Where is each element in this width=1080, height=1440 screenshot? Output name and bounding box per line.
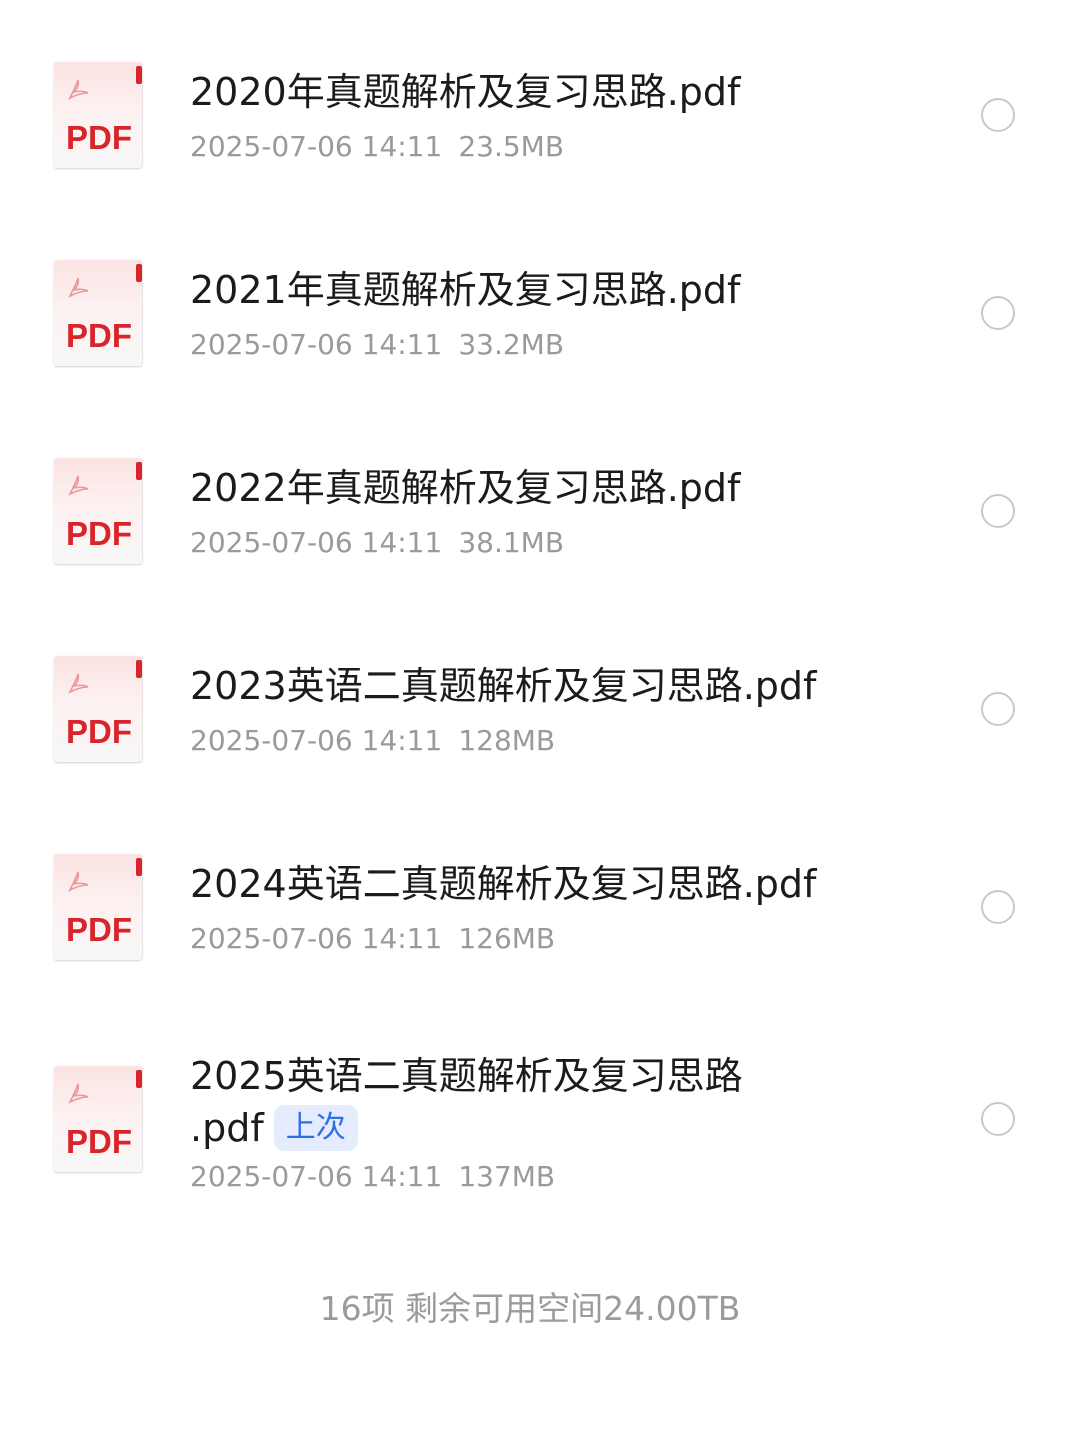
file-meta: 2025-07-06 14:11 23.5MB bbox=[190, 130, 564, 164]
file-row[interactable]: PDF 2021年真题解析及复习思路.pdf 2025-07-06 14:11 3… bbox=[0, 198, 1080, 396]
select-radio-button[interactable] bbox=[981, 98, 1015, 132]
file-meta: 2025-07-06 14:11 38.1MB bbox=[190, 526, 564, 560]
file-row[interactable]: PDF 2024英语二真题解析及复习思路.pdf 2025-07-06 14:1… bbox=[0, 792, 1080, 990]
file-row[interactable]: PDF 2025英语二真题解析及复习思路 .pdf 上次 2025-07-06 1… bbox=[0, 1000, 1080, 1240]
file-size: 38.1MB bbox=[458, 526, 565, 559]
file-meta: 2025-07-06 14:11 33.2MB bbox=[190, 328, 564, 362]
file-date: 2025-07-06 14:11 bbox=[190, 328, 443, 361]
select-radio-button[interactable] bbox=[981, 692, 1015, 726]
pdf-file-icon: PDF bbox=[54, 458, 144, 566]
pdf-file-icon: PDF bbox=[54, 656, 144, 764]
file-size: 23.5MB bbox=[458, 130, 565, 163]
last-opened-badge: 上次 bbox=[273, 1105, 358, 1151]
storage-summary: 16项 剩余可用空间24.00TB bbox=[319, 1289, 741, 1328]
pdf-icon-label: PDF bbox=[66, 1123, 132, 1160]
pdf-icon-label: PDF bbox=[66, 317, 132, 354]
file-date: 2025-07-06 14:11 bbox=[190, 1160, 443, 1193]
acrobat-logo-icon bbox=[68, 673, 89, 694]
select-radio-button[interactable] bbox=[981, 494, 1015, 528]
pdf-file-icon: PDF bbox=[54, 854, 144, 962]
file-name: 2021年真题解析及复习思路.pdf bbox=[190, 268, 741, 312]
pdf-file-icon: PDF bbox=[54, 1066, 144, 1174]
acrobat-logo-icon bbox=[68, 1083, 89, 1104]
file-row[interactable]: PDF 2020年真题解析及复习思路.pdf 2025-07-06 14:11 2… bbox=[0, 0, 1080, 198]
pdf-icon-label: PDF bbox=[66, 119, 132, 156]
file-name: 2023英语二真题解析及复习思路.pdf bbox=[190, 664, 817, 708]
acrobat-logo-icon bbox=[68, 871, 89, 892]
file-name-line2: .pdf 上次 bbox=[190, 1104, 890, 1152]
file-meta: 2025-07-06 14:11 126MB bbox=[190, 922, 555, 956]
file-size: 137MB bbox=[458, 1160, 556, 1193]
file-name: 2020年真题解析及复习思路.pdf bbox=[190, 70, 741, 114]
file-extension: .pdf bbox=[190, 1106, 264, 1150]
select-radio-button[interactable] bbox=[981, 296, 1015, 330]
pdf-icon-label: PDF bbox=[66, 515, 132, 552]
file-name-line1: 2025英语二真题解析及复习思路 bbox=[190, 1054, 743, 1098]
select-radio-button[interactable] bbox=[981, 890, 1015, 924]
file-row[interactable]: PDF 2022年真题解析及复习思路.pdf 2025-07-06 14:11 3… bbox=[0, 396, 1080, 594]
file-meta: 2025-07-06 14:11 128MB bbox=[190, 724, 555, 758]
acrobat-logo-icon bbox=[68, 277, 89, 298]
file-meta: 2025-07-06 14:11 137MB bbox=[190, 1160, 555, 1194]
file-date: 2025-07-06 14:11 bbox=[190, 922, 443, 955]
file-list-screen: PDF 2020年真题解析及复习思路.pdf 2025-07-06 14:11 2… bbox=[0, 0, 1080, 1440]
file-size: 126MB bbox=[458, 922, 556, 955]
select-radio-button[interactable] bbox=[981, 1102, 1015, 1136]
file-name: 2024英语二真题解析及复习思路.pdf bbox=[190, 862, 817, 906]
pdf-file-icon: PDF bbox=[54, 260, 144, 368]
acrobat-logo-icon bbox=[68, 475, 89, 496]
acrobat-logo-icon bbox=[68, 79, 89, 100]
file-size: 33.2MB bbox=[458, 328, 565, 361]
file-date: 2025-07-06 14:11 bbox=[190, 130, 443, 163]
file-date: 2025-07-06 14:11 bbox=[190, 526, 443, 559]
pdf-file-icon: PDF bbox=[54, 62, 144, 170]
file-name: 2022年真题解析及复习思路.pdf bbox=[190, 466, 741, 510]
pdf-icon-label: PDF bbox=[66, 911, 132, 948]
file-row[interactable]: PDF 2023英语二真题解析及复习思路.pdf 2025-07-06 14:1… bbox=[0, 594, 1080, 792]
file-size: 128MB bbox=[458, 724, 556, 757]
pdf-icon-label: PDF bbox=[66, 713, 132, 750]
file-date: 2025-07-06 14:11 bbox=[190, 724, 443, 757]
